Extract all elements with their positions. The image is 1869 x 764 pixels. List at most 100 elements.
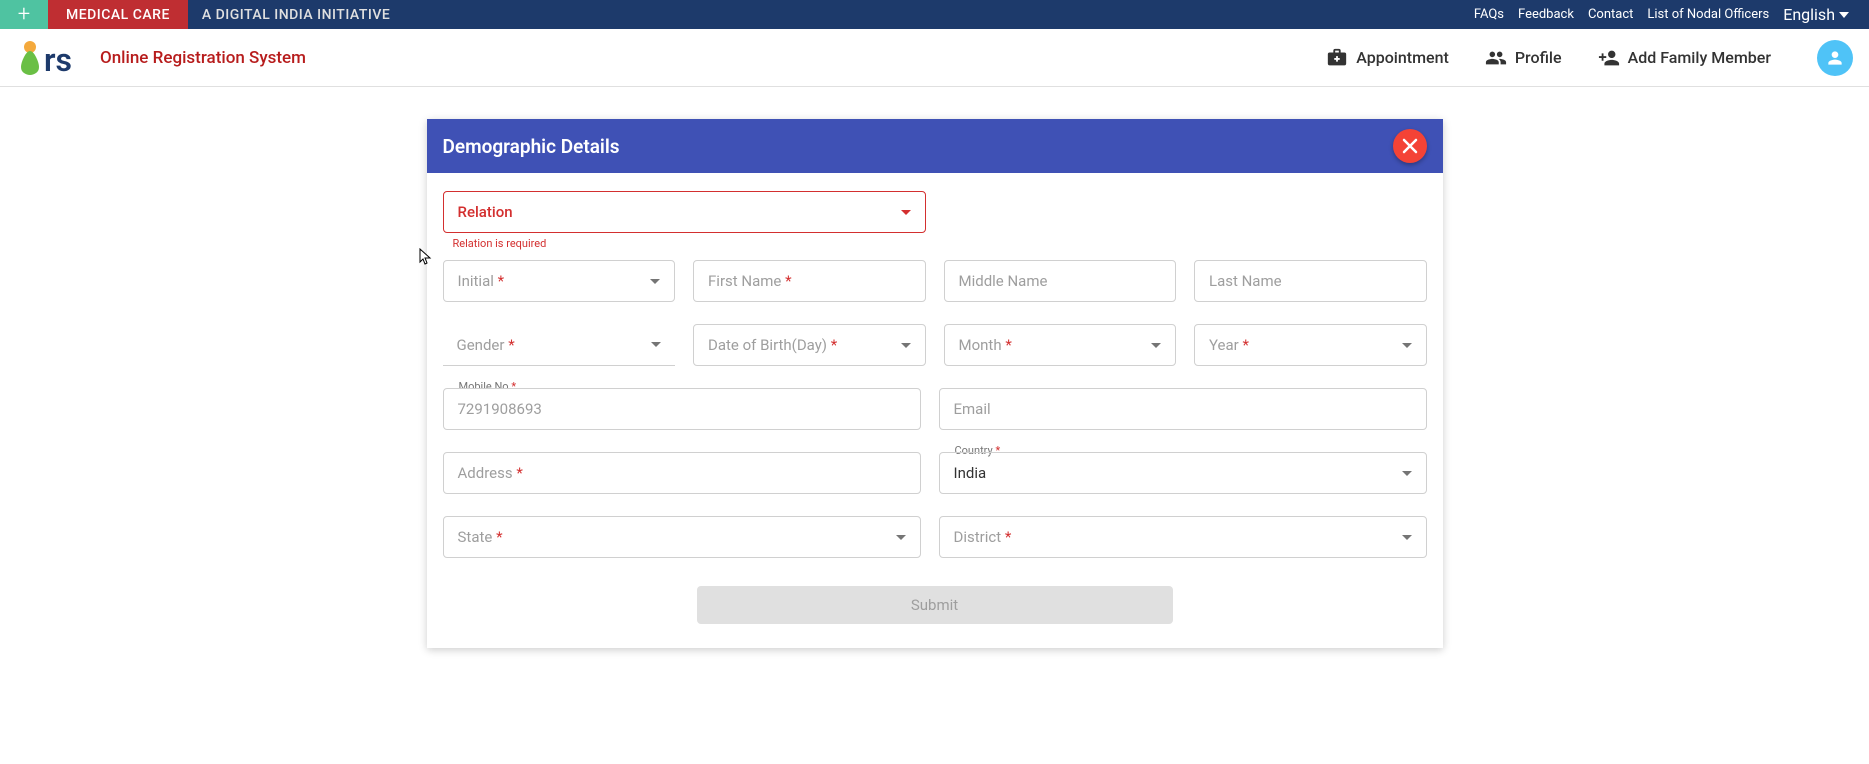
person-add-icon — [1598, 47, 1620, 69]
dob-day-select[interactable]: Date of Birth(Day) * — [693, 324, 926, 366]
contact-link[interactable]: Contact — [1588, 7, 1633, 22]
modal-title: Demographic Details — [443, 135, 620, 158]
top-bar: + MEDICAL CARE A DIGITAL INDIA INITIATIV… — [0, 0, 1869, 29]
submit-button[interactable]: Submit — [697, 586, 1173, 624]
briefcase-medical-icon — [1326, 47, 1348, 69]
address-input[interactable]: Address * — [443, 452, 921, 494]
demographic-modal: Demographic Details Relation Relation is… — [427, 119, 1443, 648]
chevron-down-icon — [1402, 343, 1412, 348]
address-label: Address * — [458, 464, 906, 482]
district-select[interactable]: District * — [939, 516, 1427, 558]
gender-label: Gender * — [457, 336, 644, 354]
middle-name-label: Middle Name — [959, 272, 1162, 290]
contact-row: Mobile No * 7291908693 Email — [443, 388, 1427, 430]
logo[interactable]: rs Online Registration System — [16, 35, 306, 81]
first-name-input[interactable]: First Name * — [693, 260, 926, 302]
dob-day-label: Date of Birth(Day) * — [708, 336, 893, 354]
chevron-down-icon — [1151, 343, 1161, 348]
state-label: State * — [458, 528, 888, 546]
language-label: English — [1783, 5, 1835, 24]
top-links: FAQs Feedback Contact List of Nodal Offi… — [1474, 5, 1869, 24]
modal-header: Demographic Details — [427, 119, 1443, 173]
nav-right: Appointment Profile Add Family Member — [1326, 40, 1853, 76]
relation-row: Relation Relation is required — [443, 191, 1427, 252]
month-wrap: Month * — [944, 324, 1177, 366]
initial-select[interactable]: Initial * — [443, 260, 676, 302]
state-select[interactable]: State * — [443, 516, 921, 558]
relation-label: Relation — [458, 203, 893, 221]
name-row: Initial * First Name * Middle Name — [443, 260, 1427, 302]
gender-dob-row: Gender * Date of Birth(Day) * Month * — [443, 324, 1427, 366]
country-value: India — [954, 464, 1394, 482]
relation-error: Relation is required — [453, 237, 926, 250]
month-label: Month * — [959, 336, 1144, 354]
initial-label: Initial * — [458, 272, 643, 290]
main-area: Demographic Details Relation Relation is… — [0, 87, 1869, 648]
people-icon — [1485, 47, 1507, 69]
appointment-label: Appointment — [1356, 48, 1449, 67]
modal-body: Relation Relation is required Initial * — [427, 173, 1443, 648]
last-name-input[interactable]: Last Name — [1194, 260, 1427, 302]
year-label: Year * — [1209, 336, 1394, 354]
address-row: Address * Country * India — [443, 452, 1427, 494]
dob-day-wrap: Date of Birth(Day) * — [693, 324, 926, 366]
feedback-link[interactable]: Feedback — [1518, 7, 1574, 22]
gender-wrap: Gender * — [443, 324, 676, 366]
relation-select[interactable]: Relation — [443, 191, 926, 233]
last-name-label: Last Name — [1209, 272, 1412, 290]
middle-name-wrap: Middle Name — [944, 260, 1177, 302]
navbar: rs Online Registration System Appointmen… — [0, 29, 1869, 87]
chevron-down-icon — [901, 343, 911, 348]
middle-name-input[interactable]: Middle Name — [944, 260, 1177, 302]
year-select[interactable]: Year * — [1194, 324, 1427, 366]
chevron-down-icon — [1402, 535, 1412, 540]
chevron-down-icon — [1402, 471, 1412, 476]
year-wrap: Year * — [1194, 324, 1427, 366]
relation-field-wrap: Relation Relation is required — [443, 191, 926, 252]
close-icon — [1402, 138, 1418, 154]
add-family-label: Add Family Member — [1628, 48, 1771, 67]
add-family-nav[interactable]: Add Family Member — [1598, 47, 1771, 69]
address-wrap: Address * — [443, 452, 921, 494]
medical-care-label: MEDICAL CARE — [66, 7, 170, 23]
ors-title: Online Registration System — [100, 48, 306, 68]
mobile-value: 7291908693 — [458, 400, 906, 418]
initiative-label: A DIGITAL INDIA INITIATIVE — [188, 7, 404, 23]
medical-care-tab[interactable]: MEDICAL CARE — [48, 0, 188, 29]
email-input[interactable]: Email — [939, 388, 1427, 430]
chevron-down-icon — [901, 210, 911, 215]
email-label: Email — [954, 400, 1412, 418]
first-name-label: First Name * — [708, 272, 911, 290]
submit-row: Submit — [443, 586, 1427, 624]
state-wrap: State * — [443, 516, 921, 558]
profile-label: Profile — [1515, 48, 1562, 67]
person-icon — [1825, 48, 1845, 68]
chevron-down-icon — [650, 279, 660, 284]
profile-nav[interactable]: Profile — [1485, 47, 1562, 69]
svg-text:rs: rs — [44, 41, 72, 79]
state-district-row: State * District * — [443, 516, 1427, 558]
plus-button[interactable]: + — [0, 0, 48, 29]
mobile-wrap: Mobile No * 7291908693 — [443, 388, 921, 430]
nodal-officers-link[interactable]: List of Nodal Officers — [1647, 7, 1769, 22]
gender-select[interactable]: Gender * — [443, 324, 676, 366]
last-name-wrap: Last Name — [1194, 260, 1427, 302]
appointment-nav[interactable]: Appointment — [1326, 47, 1449, 69]
faqs-link[interactable]: FAQs — [1474, 7, 1504, 22]
first-name-wrap: First Name * — [693, 260, 926, 302]
plus-icon: + — [18, 2, 30, 27]
month-select[interactable]: Month * — [944, 324, 1177, 366]
chevron-down-icon — [896, 535, 906, 540]
mobile-input: 7291908693 — [443, 388, 921, 430]
language-selector[interactable]: English — [1783, 5, 1849, 24]
initial-wrap: Initial * — [443, 260, 676, 302]
close-button[interactable] — [1393, 129, 1427, 163]
country-wrap: Country * India — [939, 452, 1427, 494]
ors-logo-icon: rs — [16, 35, 88, 81]
district-label: District * — [954, 528, 1394, 546]
chevron-down-icon — [1839, 12, 1849, 18]
chevron-down-icon — [651, 342, 661, 347]
country-select[interactable]: India — [939, 452, 1427, 494]
avatar[interactable] — [1817, 40, 1853, 76]
email-wrap: Email — [939, 388, 1427, 430]
